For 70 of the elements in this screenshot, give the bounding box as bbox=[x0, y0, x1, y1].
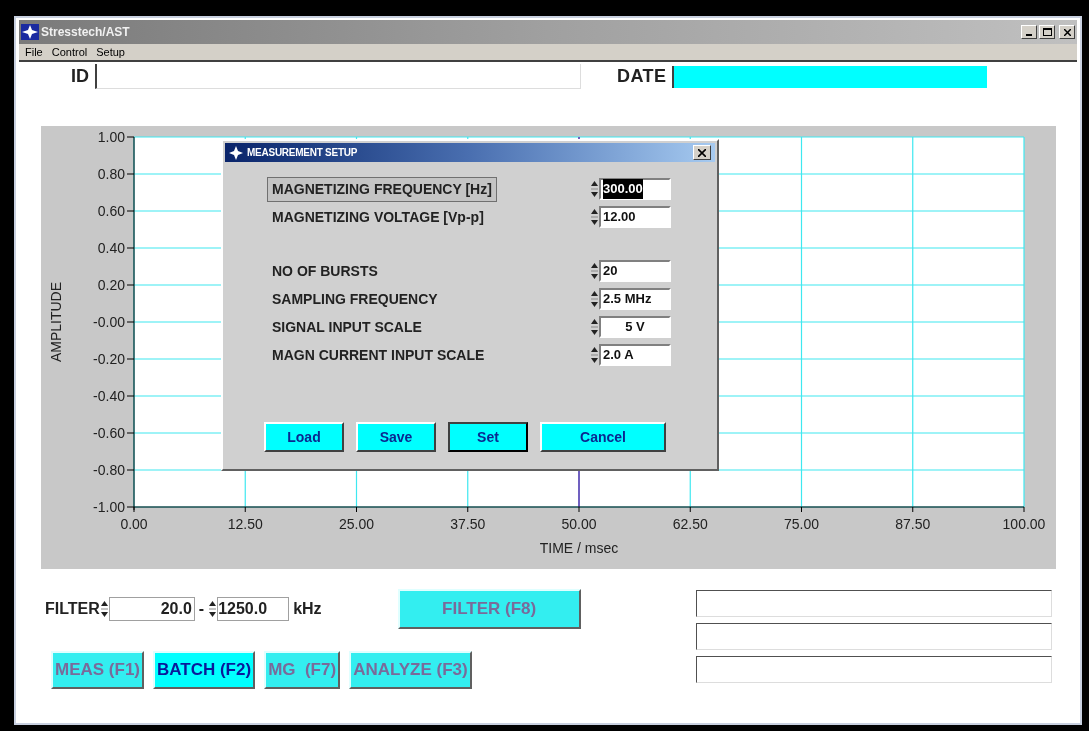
range-separator: - bbox=[197, 599, 206, 619]
x-tick-label: 0.00 bbox=[120, 516, 148, 532]
y-tick-label: -0.60 bbox=[93, 425, 125, 441]
spinner-icon[interactable] bbox=[99, 599, 109, 619]
y-tick-label: -0.40 bbox=[93, 388, 125, 404]
y-tick-label: -0.80 bbox=[93, 462, 125, 478]
value-field[interactable]: 12.00 bbox=[599, 206, 671, 228]
dialog-button[interactable]: Cancel bbox=[540, 422, 666, 452]
x-tick-label: 12.50 bbox=[227, 516, 263, 532]
x-tick-label: 25.00 bbox=[339, 516, 374, 532]
spinner-icon[interactable] bbox=[590, 289, 599, 309]
dialog-button[interactable]: Save bbox=[356, 422, 436, 452]
minimize-button[interactable] bbox=[1021, 25, 1037, 39]
field-label: NO OF BURSTS bbox=[271, 261, 379, 281]
filter-label: FILTER bbox=[45, 599, 100, 619]
maximize-button[interactable] bbox=[1039, 25, 1055, 39]
field-label: MAGN CURRENT INPUT SCALE bbox=[271, 345, 486, 365]
close-icon bbox=[1063, 28, 1071, 36]
filter-low-field[interactable]: 20.0 bbox=[108, 597, 195, 621]
x-tick-label: 50.00 bbox=[561, 516, 597, 532]
date-label: DATE bbox=[617, 65, 668, 88]
spinner-icon[interactable] bbox=[590, 179, 599, 199]
field-label: SAMPLING FREQUENCY bbox=[271, 289, 439, 309]
x-tick-label: 87.50 bbox=[895, 516, 931, 532]
y-tick-label: -1.00 bbox=[93, 499, 125, 515]
value-field[interactable]: 2.5 MHz bbox=[599, 288, 671, 310]
menu-item[interactable]: File bbox=[25, 43, 43, 61]
y-tick-label: 0.40 bbox=[97, 240, 125, 256]
spinner-icon[interactable] bbox=[590, 317, 599, 337]
minimize-icon bbox=[1026, 34, 1032, 36]
menu-item[interactable]: Setup bbox=[96, 43, 125, 61]
close-button[interactable] bbox=[1059, 25, 1075, 39]
value-field[interactable]: 20 bbox=[599, 260, 671, 282]
dialog-button[interactable]: Load bbox=[264, 422, 344, 452]
x-tick-label: 75.00 bbox=[784, 516, 819, 532]
x-tick-label: 37.50 bbox=[450, 516, 486, 532]
spinner-icon[interactable] bbox=[590, 261, 599, 281]
x-tick-label: 62.50 bbox=[672, 516, 708, 532]
id-label: ID bbox=[70, 65, 90, 88]
dialog-button[interactable]: Set bbox=[448, 422, 528, 452]
close-button[interactable] bbox=[693, 145, 711, 160]
x-axis-title: TIME / msec bbox=[539, 540, 619, 556]
field-label: MAGNETIZING VOLTAGE [Vp-p] bbox=[271, 207, 485, 227]
value-field[interactable]: 5 V bbox=[599, 316, 671, 338]
filter-high-field[interactable]: 1250.0 bbox=[217, 597, 290, 621]
menu-item[interactable]: Control bbox=[51, 43, 88, 61]
maximize-icon bbox=[1042, 28, 1052, 36]
dialog-title: MEASUREMENT SETUP bbox=[247, 146, 359, 160]
close-icon bbox=[698, 148, 706, 157]
spinner-icon[interactable] bbox=[590, 345, 599, 365]
value-field[interactable]: 2.0 A bbox=[599, 344, 671, 366]
star-icon bbox=[229, 145, 243, 160]
y-tick-label: 0.20 bbox=[97, 277, 125, 293]
x-tick-label: 100.00 bbox=[1002, 516, 1046, 532]
y-tick-label: -0.20 bbox=[93, 351, 125, 367]
spinner-icon[interactable] bbox=[208, 599, 218, 619]
date-field[interactable] bbox=[672, 65, 988, 88]
spinner-icon[interactable] bbox=[590, 207, 599, 227]
y-tick-label: -0.00 bbox=[93, 314, 125, 330]
window-title: Stresstech/AST bbox=[41, 24, 131, 41]
function-button[interactable]: BATCH (F2) bbox=[153, 651, 256, 689]
unit-label: kHz bbox=[292, 599, 322, 619]
y-axis-title: AMPLITUDE bbox=[48, 281, 64, 363]
y-tick-label: 0.80 bbox=[97, 166, 125, 182]
y-tick-label: 0.60 bbox=[97, 203, 125, 219]
field-label: SIGNAL INPUT SCALE bbox=[271, 317, 423, 337]
star-icon bbox=[21, 24, 39, 40]
y-tick-label: 1.00 bbox=[97, 129, 125, 145]
value-field[interactable]: 300.00 bbox=[599, 178, 671, 200]
id-field[interactable] bbox=[95, 64, 581, 89]
